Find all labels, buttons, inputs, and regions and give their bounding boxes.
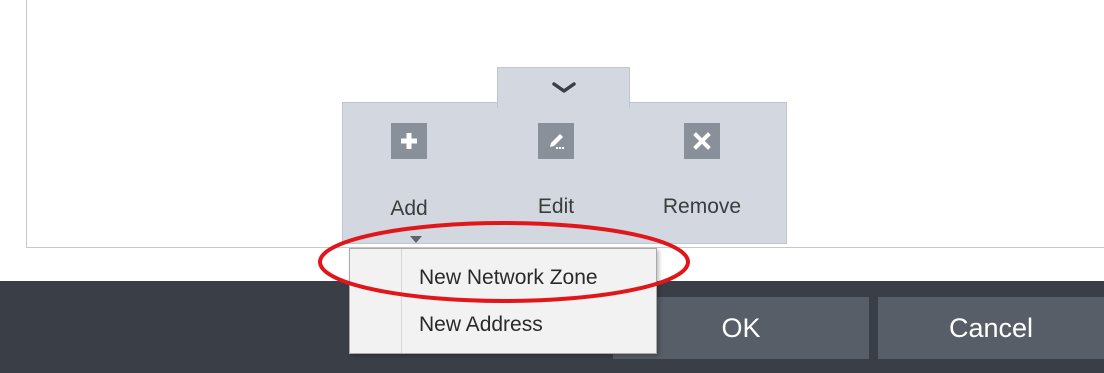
edit-button-label[interactable]: Edit: [496, 195, 616, 219]
add-dropdown-menu: New Network Zone New Address: [349, 248, 657, 354]
edit-button[interactable]: [538, 123, 574, 159]
plus-icon: [401, 133, 417, 149]
toolbar-panel: Add Edit Remove: [342, 102, 787, 244]
toolbar-collapse-tab[interactable]: [497, 67, 630, 108]
x-icon: [693, 132, 711, 150]
menu-gutter: [401, 249, 402, 353]
remove-button[interactable]: [684, 123, 720, 159]
pencil-icon: [550, 134, 564, 149]
chevron-down-icon: [551, 82, 576, 93]
add-button-label[interactable]: Add: [349, 197, 469, 221]
add-dropdown-pointer: [410, 236, 422, 243]
menu-item-new-address[interactable]: New Address: [419, 313, 543, 337]
cancel-button[interactable]: Cancel: [878, 297, 1104, 359]
remove-button-label[interactable]: Remove: [642, 195, 762, 219]
menu-item-new-network-zone[interactable]: New Network Zone: [419, 266, 598, 290]
add-button[interactable]: [391, 123, 427, 159]
